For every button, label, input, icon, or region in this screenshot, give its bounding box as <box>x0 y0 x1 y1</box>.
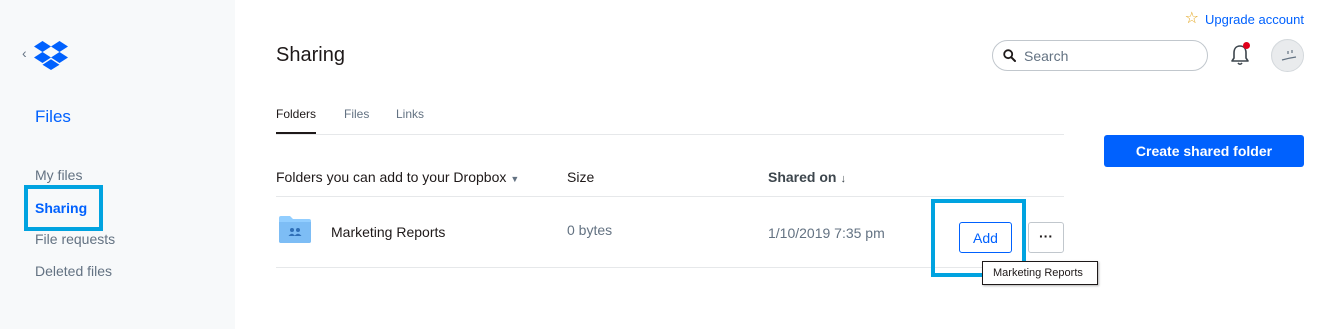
tab-links[interactable]: Links <box>396 107 424 133</box>
chevron-left-icon[interactable]: ‹ <box>22 46 27 60</box>
upgrade-account-label: Upgrade account <box>1204 11 1304 27</box>
folder-shared-on: 1/10/2019 7:35 pm <box>768 225 885 241</box>
sidebar-item-my-files[interactable]: My files <box>35 167 82 183</box>
notification-badge <box>1243 42 1250 49</box>
column-header-size[interactable]: Size <box>567 169 594 185</box>
search-icon <box>1003 49 1016 62</box>
column-header-folders[interactable]: Folders you can add to your Dropbox ▼ <box>276 169 519 185</box>
star-icon: ☆ <box>1184 10 1199 27</box>
sidebar-item-file-requests[interactable]: File requests <box>35 231 115 247</box>
search-box[interactable] <box>992 40 1208 71</box>
search-input[interactable] <box>1024 47 1194 64</box>
dropbox-logo-icon[interactable] <box>34 40 68 70</box>
avatar-face-icon <box>1272 40 1303 71</box>
folder-size: 0 bytes <box>567 222 613 238</box>
column-header-folders-label: Folders you can add to your Dropbox <box>276 169 507 185</box>
column-header-shared-on-label: Shared on <box>768 169 837 185</box>
tab-bar: Folders Files Links <box>276 98 1064 135</box>
sort-arrow-down-icon: ↓ <box>840 173 846 185</box>
sidebar: ‹ Files My files Sharing File requests D… <box>0 0 235 329</box>
sidebar-item-deleted-files[interactable]: Deleted files <box>35 263 112 279</box>
column-header-shared-on[interactable]: Shared on ↓ <box>768 169 846 185</box>
caret-down-icon: ▼ <box>510 174 520 184</box>
tab-folders[interactable]: Folders <box>276 107 317 134</box>
tooltip: Marketing Reports <box>982 261 1098 285</box>
page-title: Sharing <box>276 44 345 66</box>
tab-files[interactable]: Files <box>344 107 369 133</box>
sidebar-title-files[interactable]: Files <box>35 107 71 127</box>
shared-folder-icon <box>279 216 311 243</box>
more-options-button[interactable]: ··· <box>1028 222 1064 253</box>
notifications-button[interactable] <box>1228 42 1252 68</box>
folder-name[interactable]: Marketing Reports <box>331 224 445 240</box>
avatar[interactable] <box>1271 39 1304 72</box>
create-shared-folder-button[interactable]: Create shared folder <box>1104 135 1304 167</box>
sharing-highlight-box <box>24 185 103 231</box>
upgrade-account-link[interactable]: ☆ Upgrade account <box>1185 11 1304 27</box>
